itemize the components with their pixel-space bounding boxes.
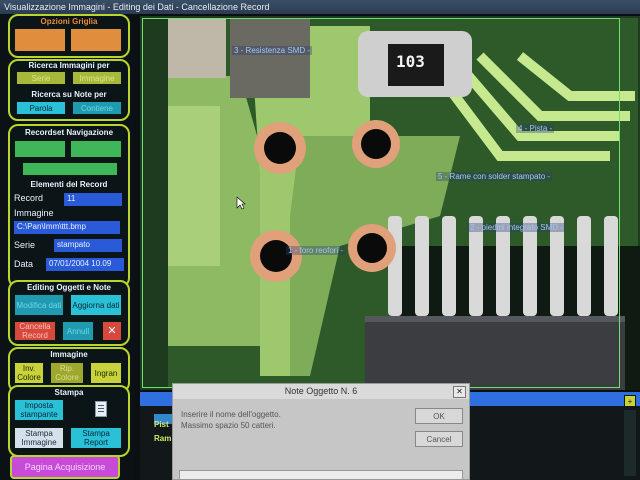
serie-field[interactable]: stampato (54, 239, 122, 252)
record-label: Record (14, 193, 44, 203)
document-icon (95, 401, 107, 417)
grid-row-label-2[interactable]: Ram (154, 434, 171, 443)
left-control-panel: Opzioni Griglia Ricerca Immagini per Ser… (0, 14, 135, 480)
data-label: Data (14, 259, 34, 269)
search-notes-title: Ricerca su Note per (31, 90, 107, 99)
record-elements-title: Elementi del Record (30, 180, 108, 189)
grid-option-button-2[interactable] (70, 28, 122, 52)
immagine-field[interactable]: C:\Pan\Imm\ttt.bmp (14, 221, 120, 234)
editing-title: Editing Oggetti e Note (27, 283, 111, 292)
annotation-pista: 4 - Pista - (516, 124, 555, 133)
inv-colore-button[interactable]: Inv. Colore (14, 362, 44, 384)
search-contiene-button[interactable]: Contiene (72, 101, 122, 115)
dialog-cancel-button[interactable]: Cancel (415, 431, 463, 447)
record-field[interactable]: 11 (64, 193, 122, 206)
search-serie-button[interactable]: Serie (16, 71, 66, 85)
rip-colore-button[interactable]: Rip. Colore (50, 362, 84, 384)
stampa-immagine-button[interactable]: Stampa Immagine (14, 427, 64, 449)
close-icon[interactable]: ✕ (102, 321, 122, 341)
window-title: Visualizzazione Immagini - Editing dei D… (0, 0, 640, 14)
recordset-title: Recordset Navigazione (24, 128, 114, 137)
search-group: Ricerca Immagini per Serie Immagine Rice… (8, 59, 130, 121)
stampa-report-button[interactable]: Stampa Report (70, 427, 122, 449)
modifica-dati-button[interactable]: Modifica dati (14, 294, 64, 316)
grid-options-title: Opzioni Griglia (40, 17, 98, 26)
pagina-acquisizione-button[interactable]: Pagina Acquisizione (10, 455, 120, 479)
recordset-nav-button-2[interactable] (70, 140, 122, 158)
search-images-title: Ricerca Immagini per (28, 61, 110, 70)
cancella-record-button[interactable]: Cancella Record (14, 321, 56, 341)
dialog-close-icon[interactable]: ✕ (453, 386, 466, 398)
search-parola-button[interactable]: Parola (16, 101, 66, 115)
recordset-group: Recordset Navigazione Elementi del Recor… (8, 124, 130, 288)
print-title: Stampa (54, 388, 84, 397)
serie-label: Serie (14, 240, 36, 250)
note-dialog: Note Oggetto N. 6 ✕ Inserire il nome del… (172, 383, 470, 480)
grid-option-button-1[interactable] (14, 28, 66, 52)
image-frame (142, 18, 620, 388)
annotation-foro: 1 - foro reofori - (286, 246, 346, 255)
dialog-message-1: Inserire il nome dell'oggetto. (181, 410, 281, 419)
annulla-button[interactable]: Annull (62, 321, 94, 341)
search-immagine-button[interactable]: Immagine (72, 71, 122, 85)
aggiorna-dati-button[interactable]: Aggiorna dati (70, 294, 122, 316)
data-field[interactable]: 07/01/2004 10.09 (46, 258, 124, 271)
ingran-button[interactable]: Ingran (90, 362, 122, 384)
annotation-resistenza: 3 - Resistenza SMD - (232, 46, 313, 55)
editing-group: Editing Oggetti e Note Modifica dati Agg… (8, 280, 130, 346)
dialog-input-field[interactable] (179, 470, 463, 480)
mouse-cursor-icon (236, 196, 246, 210)
annotation-piedini: 2 - piedini integrato SMD - (468, 223, 565, 232)
dialog-message-2: Massimo spazio 50 catteri. (181, 421, 276, 430)
print-group: Stampa Imposta stampante Stampa Immagine… (8, 385, 130, 457)
recordset-nav-button-1[interactable] (14, 140, 66, 158)
immagine-label: Immagine (14, 208, 54, 218)
image-tools-title: Immagine (50, 350, 88, 359)
annotation-rame: 5 - Rame con solder stampato - (436, 172, 553, 181)
dialog-title: Note Oggetto N. 6 (173, 384, 469, 399)
imposta-stampante-button[interactable]: Imposta stampante (14, 399, 64, 421)
grid-row-label-1[interactable]: Pist (154, 420, 169, 429)
grid-scrollbar[interactable] (624, 410, 636, 476)
recordset-nav-button-3[interactable] (22, 162, 118, 176)
dialog-ok-button[interactable]: OK (415, 408, 463, 424)
grid-options-group: Opzioni Griglia (8, 14, 130, 58)
